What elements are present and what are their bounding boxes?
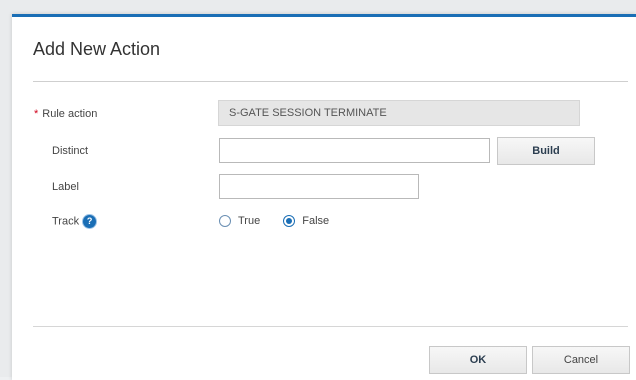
- radio-false-icon[interactable]: [283, 215, 296, 228]
- footer-divider: [33, 326, 628, 327]
- track-label: Track: [52, 215, 80, 228]
- label-field-label: Label: [52, 181, 79, 193]
- distinct-input[interactable]: [219, 138, 490, 163]
- add-action-dialog: Add New Action * Rule action S-GATE SESSI…: [12, 14, 636, 380]
- rule-action-value: S-GATE SESSION TERMINATE: [218, 100, 580, 126]
- radio-true-icon[interactable]: [219, 215, 231, 228]
- distinct-label: Distinct: [52, 145, 89, 157]
- track-option-false-label: False: [302, 215, 330, 228]
- rule-action-label-row: * Rule action: [34, 108, 97, 120]
- title-divider: [33, 81, 628, 82]
- dialog-title: Add New Action: [33, 39, 161, 59]
- track-option-true[interactable]: True: [219, 215, 261, 228]
- rule-action-label: Rule action: [42, 108, 98, 120]
- help-icon[interactable]: ?: [83, 215, 97, 228]
- track-option-false[interactable]: False: [283, 215, 330, 228]
- track-option-true-label: True: [238, 215, 261, 228]
- cancel-button[interactable]: Cancel: [532, 346, 630, 374]
- label-input[interactable]: [219, 174, 419, 199]
- build-button[interactable]: Build: [497, 137, 595, 165]
- track-label-row: Track?: [52, 215, 97, 228]
- ok-button[interactable]: OK: [429, 346, 527, 374]
- required-marker: *: [34, 108, 39, 120]
- track-radio-group: True False: [219, 215, 349, 228]
